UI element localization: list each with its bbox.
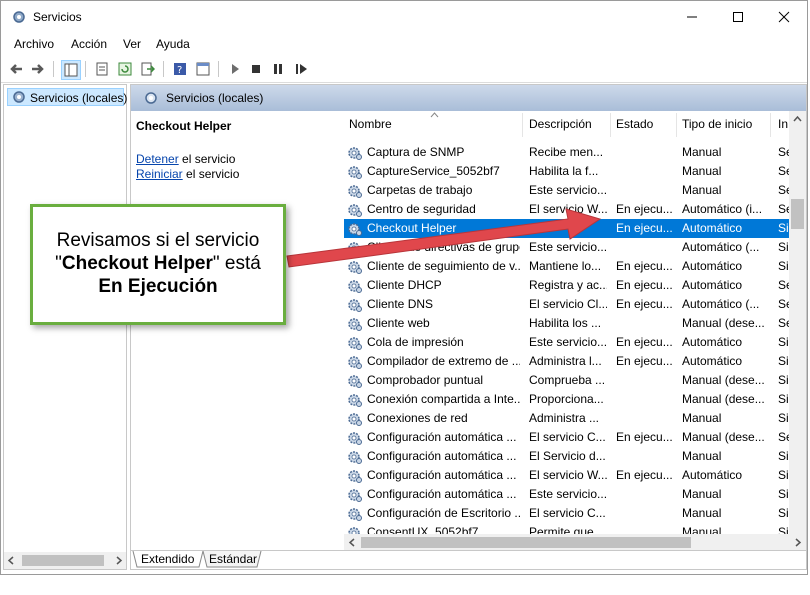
annotation-text: Revisamos si el servicio "Checkout Helpe…: [33, 229, 283, 298]
background-strip: [0, 577, 810, 595]
annotation-line-2: "Checkout Helper" está: [33, 252, 283, 275]
annotation-status: En Ejecución: [98, 276, 218, 297]
annotation-callout: Revisamos si el servicio "Checkout Helpe…: [30, 204, 286, 325]
annotation-line-2-rest: " está: [212, 253, 261, 274]
annotation-line-3: En Ejecución: [33, 275, 283, 298]
annotation-line-1: Revisamos si el servicio: [56, 230, 260, 251]
annotation-quote: ": [55, 253, 62, 274]
annotation-arrow-shape: [286, 208, 602, 268]
annotation-service-name: Checkout Helper: [61, 253, 213, 274]
